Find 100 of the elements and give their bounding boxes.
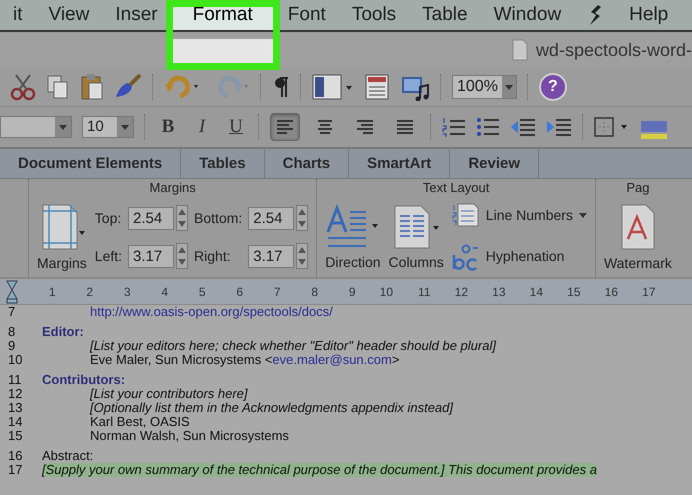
underline-button[interactable]: U — [224, 116, 248, 138]
pilcrow-icon[interactable] — [272, 75, 290, 99]
margins-button[interactable]: Margins — [37, 203, 87, 271]
borders-icon[interactable] — [594, 116, 630, 138]
scissors-icon[interactable] — [10, 73, 36, 101]
text-direction-icon — [326, 204, 380, 250]
margin-field[interactable]: 2.54 — [248, 206, 294, 230]
ribbon-tab[interactable]: Review — [450, 149, 540, 178]
ruler-number: 11 — [417, 284, 430, 298]
ruler-number: 14 — [528, 284, 543, 298]
line-number: 12 — [8, 387, 24, 401]
menu-item[interactable]: Window — [480, 0, 574, 30]
field-label: Bottom: — [194, 210, 242, 226]
clipboard-icon[interactable] — [80, 73, 104, 101]
menu-item[interactable]: it — [0, 0, 36, 30]
line-number: 13 — [8, 401, 24, 415]
ruler-number: 13 — [491, 284, 506, 298]
line-number: 14 — [8, 415, 24, 429]
line-numbers-button[interactable]: Line Numbers — [452, 203, 587, 227]
watermark-icon — [620, 203, 656, 251]
field-label: Right: — [194, 248, 232, 264]
ruler-number: 2 — [85, 284, 93, 298]
line-numbers-icon — [452, 203, 480, 227]
stepper-icon[interactable] — [296, 243, 308, 269]
line-number: 16 — [8, 447, 24, 463]
caret-icon — [504, 84, 513, 90]
zoom-dropdown[interactable]: 100% — [452, 75, 517, 99]
menu-item[interactable]: Table — [409, 0, 481, 30]
line-number: 8 — [8, 323, 16, 339]
author-line: Norman Walsh, Sun Microsystems — [90, 429, 289, 443]
ruler-number: 10 — [378, 284, 393, 298]
caret-icon — [121, 124, 129, 130]
align-lines-icon — [315, 118, 335, 136]
align-lines-icon — [355, 118, 375, 136]
decrease-indent-icon[interactable] — [510, 116, 536, 138]
ribbon-tab[interactable]: Document Elements — [0, 149, 182, 178]
ruler-number: 16 — [604, 284, 618, 298]
ruler-number: 12 — [454, 284, 468, 298]
caret-icon — [578, 212, 587, 218]
group-title: Pag — [625, 179, 650, 197]
copy-icon[interactable] — [46, 74, 70, 100]
line-number: 17 — [8, 463, 24, 477]
zoom-value: 100% — [456, 78, 499, 96]
line-number: 10 — [8, 353, 24, 367]
watermark-button[interactable]: Watermark — [604, 203, 672, 271]
help-button[interactable]: ? — [538, 73, 567, 101]
author-line: Eve Maler, Sun Microsystems <eve.maler@sun.com> — [90, 353, 400, 367]
menu-item[interactable]: Inser — [102, 0, 171, 30]
ruler-number: 3 — [122, 284, 130, 298]
ruler-number: 9 — [348, 284, 356, 298]
indent-marker-icon[interactable] — [6, 280, 18, 304]
hyphenation-button[interactable]: Hyphenation — [452, 241, 587, 271]
link[interactable]: http://www.oasis-open.org/spectools/docs/ — [90, 305, 333, 319]
ribbon-tab[interactable]: Tables — [181, 149, 265, 178]
field-label: Top: — [94, 210, 122, 226]
section-label: Abstract: — [42, 449, 94, 463]
columns-button[interactable]: Columns — [388, 204, 444, 270]
placeholder-note: [Optionally list them in the Acknowledgments appendix instead] — [90, 401, 453, 415]
ruler-number: 7 — [272, 284, 280, 298]
menu-item[interactable]: Help — [616, 0, 682, 30]
layout-icon[interactable] — [364, 73, 390, 101]
ruler-number: 8 — [310, 284, 318, 298]
stepper-icon[interactable] — [176, 243, 188, 269]
bullet-list-icon[interactable] — [476, 116, 500, 138]
group-title: Margins — [148, 179, 197, 197]
line-number: 7 — [8, 305, 16, 319]
document-title: wd-spectools-word- — [536, 40, 692, 60]
margin-field[interactable]: 3.17 — [128, 244, 174, 268]
placeholder-note: [List your editors here; check whether "Editor" header should be plural] — [90, 339, 496, 353]
caret-icon — [59, 124, 67, 130]
italic-button[interactable]: I — [190, 116, 214, 138]
align-lines-icon — [395, 118, 415, 136]
increase-indent-icon[interactable] — [546, 116, 572, 138]
bold-button[interactable]: B — [156, 116, 180, 138]
line-number: 9 — [8, 339, 16, 353]
ruler-number: 17 — [641, 284, 656, 298]
align-left-button[interactable] — [270, 113, 300, 141]
stepper-icon[interactable] — [296, 205, 308, 231]
direction-button[interactable]: Direction — [325, 204, 381, 270]
menu-item[interactable]: Tools — [338, 0, 410, 30]
section-heading: Contributors: — [42, 373, 126, 387]
sidebar-icon[interactable] — [312, 73, 354, 101]
font-size-field[interactable]: 10 — [82, 116, 134, 138]
menu-item[interactable]: View — [36, 0, 102, 30]
email-link[interactable]: eve.maler@sun.com — [272, 352, 392, 367]
highlighted-text: [Supply your own summary of the technical purpose of the document.] This document provides a — [42, 463, 597, 477]
font-name-field[interactable] — [0, 116, 72, 138]
align-lines-icon — [275, 118, 295, 136]
line-number: 15 — [8, 429, 24, 443]
ruler-number: 15 — [566, 284, 580, 298]
placeholder-note: [List your contributors here] — [90, 387, 248, 401]
stepper-icon[interactable] — [176, 205, 188, 231]
ribbon-tab[interactable]: SmartArt — [349, 149, 450, 178]
menu-item[interactable]: Font — [274, 0, 339, 30]
line-number: 11 — [8, 371, 22, 387]
margin-field[interactable]: 2.54 — [128, 206, 174, 230]
ribbon-tab[interactable]: Charts — [264, 149, 350, 178]
section-heading: Editor: — [42, 325, 84, 339]
margin-field[interactable]: 3.17 — [248, 244, 294, 268]
numbered-list-icon[interactable] — [442, 116, 466, 138]
